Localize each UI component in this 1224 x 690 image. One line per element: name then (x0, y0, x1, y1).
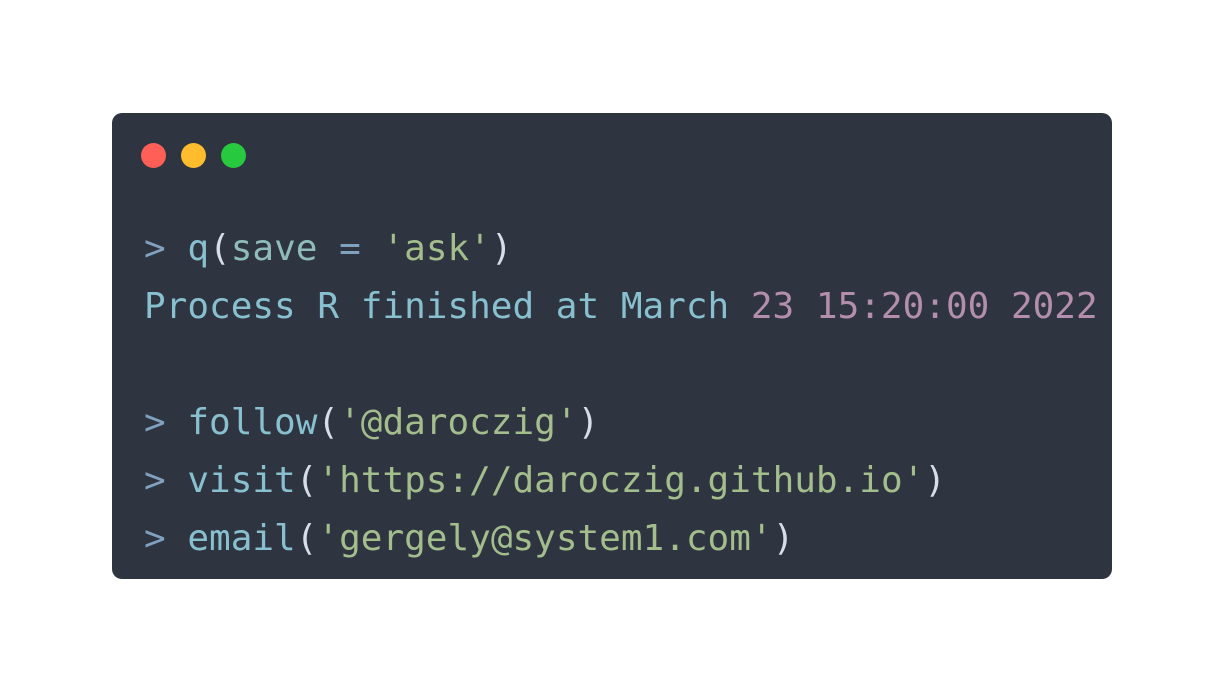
code-token-prompt: > (144, 402, 188, 443)
code-token-punct: ) (577, 402, 600, 443)
code-token-fn: q (187, 228, 210, 269)
code-token-text: Process R finished at March (144, 286, 751, 327)
code-token-fn: email (187, 518, 296, 559)
code-token-str: 'gergely@system1.com' (317, 518, 773, 559)
code-token-prompt: > (144, 228, 188, 269)
code-token-fn: follow (187, 402, 318, 443)
code-token-punct: ) (490, 228, 513, 269)
code-line: > follow('@daroczig') (144, 394, 1098, 452)
close-button[interactable] (141, 143, 166, 168)
code-block: > q(save = 'ask') Process R finished at M… (144, 220, 1098, 568)
code-token-str: 'https://daroczig.github.io' (317, 460, 925, 501)
minimize-button[interactable] (181, 143, 206, 168)
code-token-prompt: > (144, 460, 188, 501)
code-token-arg: save (230, 228, 318, 269)
code-token-punct: ( (295, 518, 318, 559)
code-token-str: 'ask' (382, 228, 491, 269)
code-token-fn: visit (187, 460, 296, 501)
code-token-num: 23 15:20:00 2022 (750, 286, 1098, 327)
code-token-prompt: > (144, 518, 188, 559)
maximize-button[interactable] (221, 143, 246, 168)
terminal-window: > q(save = 'ask') Process R finished at M… (112, 113, 1112, 579)
code-token-punct: ( (317, 402, 340, 443)
code-line: Process R finished at March 23 15:20:00 … (144, 278, 1098, 336)
code-token-op: = (317, 228, 383, 269)
code-line: > visit('https://daroczig.github.io') (144, 452, 1098, 510)
code-token-str: '@daroczig' (339, 402, 578, 443)
code-token-punct: ( (295, 460, 318, 501)
code-token-punct: ) (924, 460, 946, 501)
code-token-punct: ) (772, 518, 795, 559)
code-token-punct: ( (209, 228, 231, 269)
code-line: > q(save = 'ask') (144, 220, 1098, 278)
code-line: > email('gergely@system1.com') (144, 510, 1098, 568)
